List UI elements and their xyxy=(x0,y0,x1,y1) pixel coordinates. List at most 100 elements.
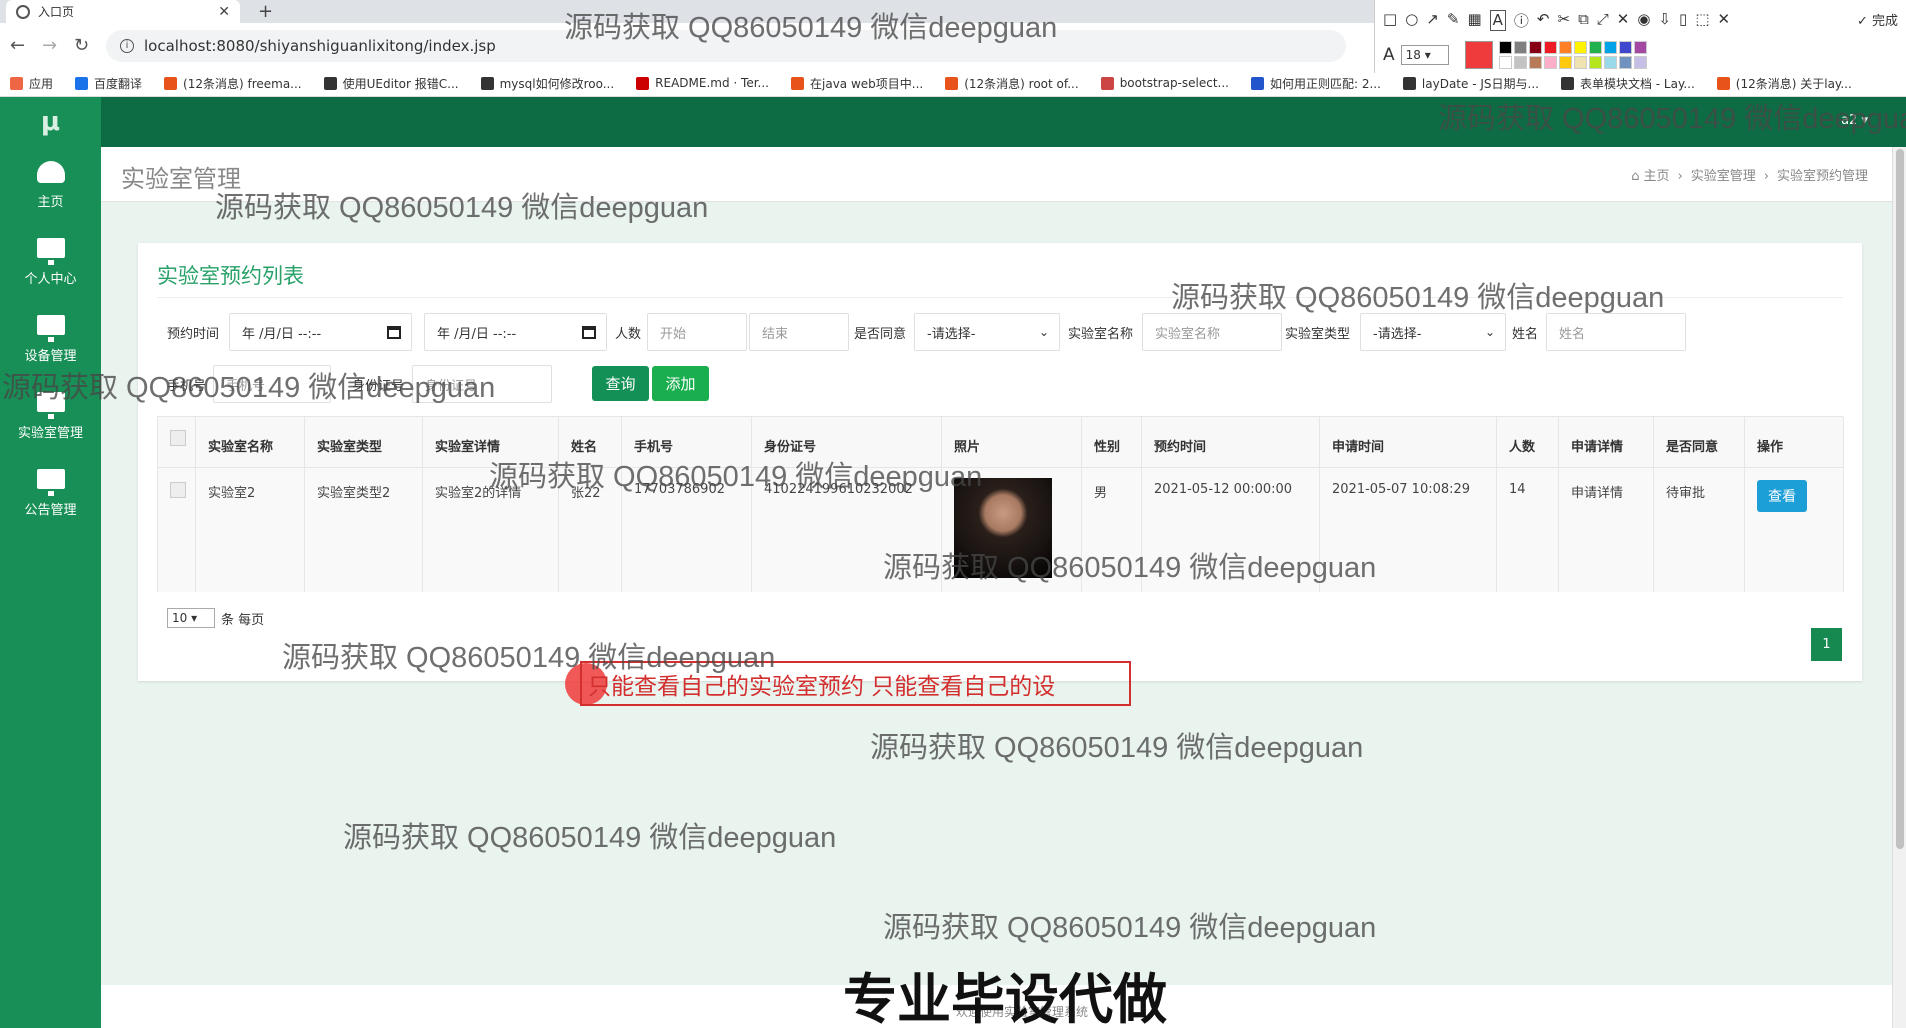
idcard-input[interactable]: 身份证号 xyxy=(412,365,552,403)
rectangle-tool-icon[interactable]: □ xyxy=(1383,10,1397,31)
close-tab-icon[interactable]: ✕ xyxy=(218,4,230,20)
color-swatch[interactable] xyxy=(1619,56,1632,69)
done-button[interactable]: ✓ 完成 xyxy=(1857,10,1898,29)
count-end-input[interactable]: 结束 xyxy=(749,313,849,351)
sidebar-item[interactable]: 设备管理 xyxy=(0,301,101,378)
bookmark-item[interactable]: bootstrap-select... xyxy=(1100,76,1229,90)
calendar-icon[interactable] xyxy=(582,325,596,339)
crop-icon[interactable]: ✂ xyxy=(1557,10,1570,31)
lab-name-input[interactable]: 实验室名称 xyxy=(1142,313,1282,351)
color-swatch[interactable] xyxy=(1544,56,1557,69)
current-color-swatch[interactable] xyxy=(1465,41,1493,69)
ellipse-tool-icon[interactable]: ○ xyxy=(1405,10,1418,31)
sidebar-item[interactable]: 个人中心 xyxy=(0,224,101,301)
breadcrumb-home[interactable]: 主页 xyxy=(1644,169,1670,184)
color-swatch[interactable] xyxy=(1499,56,1512,69)
bookmarks-bar: 应用 百度翻译 (12条消息) freema... 使用UEditor 报错C... m… xyxy=(0,69,1906,97)
select-all-checkbox[interactable] xyxy=(170,430,186,446)
color-swatch[interactable] xyxy=(1619,41,1632,54)
annotation-toolbar: □ ○ ↗ ✎ ▦ A ⓘ ↶ ✂ ⧉ ⤢ ✕ ◉ ⇩ ▯ ⬚ ✕ ✓ 完成 A… xyxy=(1374,0,1906,73)
bookmark-item[interactable]: (12条消息) root of... xyxy=(945,75,1079,92)
color-swatch[interactable] xyxy=(1604,56,1617,69)
page-size-select[interactable]: 10 ▾ xyxy=(167,608,215,628)
breadcrumb-lab[interactable]: 实验室管理 xyxy=(1691,169,1756,184)
table-header[interactable] xyxy=(158,417,196,468)
bookmark-item[interactable]: (12条消息) freema... xyxy=(164,75,302,92)
bookmark-item[interactable]: (12条消息) 关于lay... xyxy=(1716,75,1852,92)
row-checkbox[interactable] xyxy=(170,482,186,498)
bookmark-item[interactable]: 使用UEditor 报错C... xyxy=(323,75,459,92)
scrollbar[interactable] xyxy=(1892,147,1906,1028)
count-start-input[interactable]: 开始 xyxy=(647,313,747,351)
sidebar-item[interactable]: 公告管理 xyxy=(0,455,101,532)
mosaic-tool-icon[interactable]: ▦ xyxy=(1467,10,1481,31)
color-swatch[interactable] xyxy=(1529,56,1542,69)
appt-time-end-input[interactable]: 年 /月/日 --:-- xyxy=(424,313,607,351)
pin-icon[interactable]: ✕ xyxy=(1617,10,1630,31)
new-tab-icon[interactable]: + xyxy=(258,1,273,22)
color-swatch[interactable] xyxy=(1574,56,1587,69)
color-swatch[interactable] xyxy=(1514,56,1527,69)
bookmark-item[interactable]: mysql如何修改roo... xyxy=(480,75,614,92)
download-icon[interactable]: ⇩ xyxy=(1658,10,1671,31)
phone-input[interactable]: 手机号 xyxy=(213,365,331,403)
color-swatch[interactable] xyxy=(1634,56,1647,69)
query-button[interactable]: 查询 xyxy=(592,366,649,401)
table-header: 性别 xyxy=(1082,417,1142,468)
sidebar-item[interactable]: 实验室管理 xyxy=(0,378,101,455)
bookmark-item[interactable]: 表单模块文档 - Lay... xyxy=(1560,75,1695,92)
bookmark-item[interactable]: 应用 xyxy=(10,75,53,92)
bookmark-icon[interactable]: ⬚ xyxy=(1695,10,1709,31)
back-icon[interactable]: ← xyxy=(10,35,25,56)
color-swatch[interactable] xyxy=(1544,41,1557,54)
sidebar-item[interactable]: 主页 xyxy=(0,147,101,224)
url-field[interactable]: i localhost:8080/shiyanshiguanlixitong/i… xyxy=(106,30,1346,62)
appt-time-start-input[interactable]: 年 /月/日 --:-- xyxy=(229,313,412,351)
font-size-select[interactable]: 18 ▾ xyxy=(1400,45,1449,65)
copy-icon[interactable]: ⧉ xyxy=(1578,10,1589,31)
color-swatch[interactable] xyxy=(1559,41,1572,54)
color-swatch[interactable] xyxy=(1499,41,1512,54)
undo-icon[interactable]: ↶ xyxy=(1537,10,1550,31)
cancel-icon[interactable]: ✕ xyxy=(1718,10,1731,31)
color-swatch[interactable] xyxy=(1634,41,1647,54)
bookmark-item[interactable]: 百度翻译 xyxy=(75,75,142,92)
info-icon[interactable]: i xyxy=(120,39,134,53)
scrollbar-thumb[interactable] xyxy=(1896,149,1904,849)
calendar-icon[interactable] xyxy=(387,325,401,339)
text-tool-icon[interactable]: A xyxy=(1489,10,1506,31)
expand-icon[interactable]: ⤢ xyxy=(1597,10,1609,31)
name-input[interactable]: 姓名 xyxy=(1546,313,1686,351)
bookmark-item[interactable]: 在java web项目中... xyxy=(791,75,923,92)
phone-icon[interactable]: ▯ xyxy=(1679,10,1687,31)
number-tool-icon[interactable]: ⓘ xyxy=(1514,10,1529,31)
pen-tool-icon[interactable]: ✎ xyxy=(1447,10,1460,31)
bookmark-label: 应用 xyxy=(29,76,54,91)
color-swatch[interactable] xyxy=(1514,41,1527,54)
reload-icon[interactable]: ↻ xyxy=(74,35,89,56)
bookmark-item[interactable]: README.md · Ter... xyxy=(636,76,769,90)
bookmark-label: 百度翻译 xyxy=(94,76,143,91)
color-swatch[interactable] xyxy=(1604,41,1617,54)
add-button[interactable]: 添加 xyxy=(652,366,709,401)
bookmark-item[interactable]: layDate - JS日期与... xyxy=(1402,75,1539,92)
table-cell: 张22 xyxy=(559,468,622,592)
record-icon[interactable]: ◉ xyxy=(1637,10,1650,31)
pagination-current[interactable]: 1 xyxy=(1811,628,1842,661)
color-swatch[interactable] xyxy=(1589,41,1602,54)
color-swatch[interactable] xyxy=(1589,56,1602,69)
annotation-textbox[interactable]: 只能查看自己的实验室预约 只能查看自己的设 xyxy=(580,661,1131,706)
user-menu[interactable]: a2 ▾ xyxy=(1841,113,1868,128)
agree-select[interactable]: -请选择- ⌄ xyxy=(914,313,1060,351)
browser-tab[interactable]: 入口页 ✕ xyxy=(6,0,240,23)
forward-icon[interactable]: → xyxy=(42,35,57,56)
color-swatch[interactable] xyxy=(1529,41,1542,54)
color-swatch[interactable] xyxy=(1559,56,1572,69)
bookmark-item[interactable]: 如何用正则匹配: 2... xyxy=(1250,75,1381,92)
view-button[interactable]: 查看 xyxy=(1757,480,1807,512)
arrow-tool-icon[interactable]: ↗ xyxy=(1426,10,1439,31)
color-palette[interactable] xyxy=(1499,41,1647,69)
color-swatch[interactable] xyxy=(1574,41,1587,54)
lab-type-select[interactable]: -请选择- ⌄ xyxy=(1360,313,1506,351)
idcard-label: 身份证号 xyxy=(352,379,405,394)
